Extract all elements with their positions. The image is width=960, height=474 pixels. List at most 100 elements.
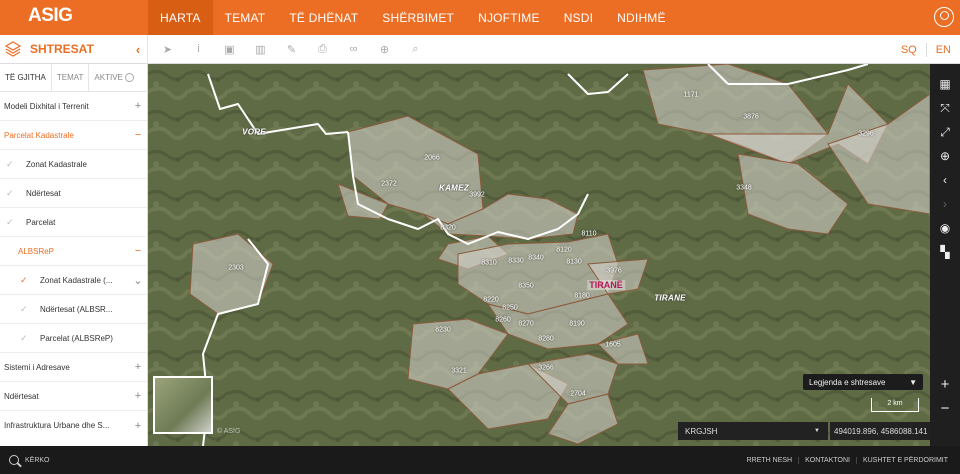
layer-group-sistemi-adresave[interactable]: Sistemi i Adresave + xyxy=(0,353,147,382)
layer-ndertesat-albsrep[interactable]: ✓ Ndërtesat (ALBSR... xyxy=(0,295,147,324)
parcel-label: 8340 xyxy=(528,254,544,262)
full-extent-icon[interactable]: ⤧ xyxy=(930,96,960,120)
layer-parcelat[interactable]: ✓ Parcelat xyxy=(0,208,147,237)
zoom-out-icon[interactable]: − xyxy=(930,396,960,420)
lang-en[interactable]: EN xyxy=(927,44,960,56)
previous-extent-icon[interactable]: ‹ xyxy=(930,168,960,192)
scale-bar: 2 km xyxy=(871,398,919,412)
crs-select[interactable]: KRGJSH ▼ xyxy=(678,422,828,440)
parcel-label: 2066 xyxy=(424,154,440,162)
nav-nsdi[interactable]: NSDI xyxy=(552,0,605,35)
expand-icon[interactable]: + xyxy=(129,100,147,112)
layer-tabs: TË GJITHA TEMAT AKTIVE xyxy=(0,63,147,92)
parcel-label: 8260 xyxy=(495,316,511,324)
check-icon[interactable]: ✓ xyxy=(6,188,18,199)
coordinate-readout: 494019.896, 4586088.141 xyxy=(830,422,930,440)
basemap-icon[interactable]: ▦ xyxy=(930,72,960,96)
search-icon[interactable] xyxy=(9,455,19,465)
nav-njoftime[interactable]: NJOFTIME xyxy=(466,0,552,35)
tab-te-gjitha[interactable]: TË GJITHA xyxy=(0,63,52,92)
select-box-icon[interactable]: ▣ xyxy=(214,35,245,64)
user-account-icon[interactable] xyxy=(934,7,954,27)
overview-minimap[interactable] xyxy=(153,376,213,434)
parcel-label: 3348 xyxy=(736,184,752,192)
expand-icon[interactable]: + xyxy=(129,420,147,432)
link-icon[interactable]: ∞ xyxy=(338,35,369,64)
nav-harta[interactable]: HARTA xyxy=(148,0,213,35)
nav-sherbimet[interactable]: SHËRBIMET xyxy=(370,0,466,35)
search-icon[interactable]: ⌕ xyxy=(400,35,431,64)
parcel-label: 8310 xyxy=(481,259,497,267)
globe-icon[interactable]: ◉ xyxy=(930,216,960,240)
grid-icon[interactable]: ▚ xyxy=(930,240,960,264)
city-label-tirane: TIRANË xyxy=(587,280,625,290)
layer-group-infrastruktura[interactable]: Infrastruktura Urbane dhe S... + xyxy=(0,411,147,440)
footer-links: RRETH NESH KONTAKTONI KUSHTET E PËRDORIM… xyxy=(741,446,954,474)
next-extent-icon[interactable]: › xyxy=(930,192,960,216)
expand-icon[interactable]: + xyxy=(129,390,147,402)
parcel-label: 3321 xyxy=(451,367,467,375)
layers-icon xyxy=(4,41,22,57)
collapse-icon[interactable]: − xyxy=(129,129,147,141)
place-vore: VORE xyxy=(242,127,266,137)
edit-icon[interactable]: ✎ xyxy=(276,35,307,64)
zoom-to-icon[interactable]: ⊕ xyxy=(930,144,960,168)
layer-group-dem[interactable]: Modeli Dixhital i Terrenit + xyxy=(0,92,147,121)
check-icon[interactable]: ✓ xyxy=(20,275,32,286)
link-kontaktoni[interactable]: KONTAKTONI xyxy=(798,456,856,464)
chevron-down-icon: ▼ xyxy=(814,428,820,434)
parcel-label: 3296 xyxy=(858,130,874,138)
legend-button[interactable]: Legjenda e shtresave ▼ xyxy=(803,374,923,390)
link-rreth-nesh[interactable]: RRETH NESH xyxy=(741,457,799,464)
parcel-label: 8220 xyxy=(483,296,499,304)
check-icon[interactable]: ✓ xyxy=(20,304,32,315)
layer-ndertesat[interactable]: ✓ Ndërtesat xyxy=(0,179,147,208)
layers-panel-header: SHTRESAT ‹ xyxy=(0,34,148,64)
chevron-down-icon[interactable]: ⌄ xyxy=(129,274,147,287)
parcel-label: 8350 xyxy=(518,282,534,290)
print-icon[interactable]: ⎙ xyxy=(307,35,338,64)
add-icon[interactable]: ⊕ xyxy=(369,35,400,64)
asig-logo[interactable]: ASIG xyxy=(0,0,148,35)
chevron-down-icon: ▼ xyxy=(909,377,917,387)
zoom-in-icon[interactable]: + xyxy=(930,372,960,396)
fullscreen-icon[interactable]: ⤢ xyxy=(930,120,960,144)
map-controls: ▦ ⤧ ⤢ ⊕ ‹ › ◉ ▚ + − xyxy=(930,64,960,446)
tab-temat[interactable]: TEMAT xyxy=(52,63,90,92)
nav-te-dhenat[interactable]: TË DHËNAT xyxy=(277,0,370,35)
check-icon[interactable]: ✓ xyxy=(6,159,18,170)
nav-temat[interactable]: TEMAT xyxy=(213,0,278,35)
main-nav: HARTA TEMAT TË DHËNAT SHËRBIMET NJOFTIME… xyxy=(148,0,678,35)
parcel-label: 8130 xyxy=(566,258,582,266)
collapse-panel-icon[interactable]: ‹ xyxy=(129,42,147,57)
nav-ndihme[interactable]: NDIHMË xyxy=(605,0,678,35)
check-icon[interactable]: ✓ xyxy=(6,217,18,228)
layers-sidebar: TË GJITHA TEMAT AKTIVE Modeli Dixhital i… xyxy=(0,63,148,446)
layer-parcelat-albsrep[interactable]: ✓ Parcelat (ALBSReP) xyxy=(0,324,147,353)
chart-icon[interactable]: ▥ xyxy=(245,35,276,64)
parcel-label: 8110 xyxy=(581,230,597,238)
layer-zonat-kadastrale[interactable]: ✓ Zonat Kadastrale xyxy=(0,150,147,179)
parcel-label: 2704 xyxy=(570,390,586,398)
parcel-label: 8270 xyxy=(518,320,534,328)
check-icon[interactable]: ✓ xyxy=(20,333,32,344)
place-tirane: TIRANE xyxy=(654,293,686,303)
parcel-label: 8190 xyxy=(569,320,585,328)
layer-group-albsrep[interactable]: ALBSReP − xyxy=(0,237,147,266)
tool-group: ➤ i ▣ ▥ ✎ ⎙ ∞ ⊕ ⌕ xyxy=(148,35,431,64)
layer-group-parcelat-kadastrale[interactable]: Parcelat Kadastrale − xyxy=(0,121,147,150)
tab-aktive[interactable]: AKTIVE xyxy=(89,64,138,92)
layer-group-ndertesat[interactable]: Ndërtesat + xyxy=(0,382,147,411)
expand-icon[interactable]: + xyxy=(129,361,147,373)
info-icon[interactable]: i xyxy=(183,35,214,64)
pointer-icon[interactable]: ➤ xyxy=(152,35,183,64)
link-kushtet[interactable]: KUSHTET E PËRDORIMIT xyxy=(855,456,954,464)
search-label[interactable]: KËRKO xyxy=(25,457,50,464)
panel-title: SHTRESAT xyxy=(30,42,94,56)
top-navbar: ASIG HARTA TEMAT TË DHËNAT SHËRBIMET NJO… xyxy=(0,0,960,35)
layer-zonat-kadastrale-albsrep[interactable]: ✓ Zonat Kadastrale (... ⌄ xyxy=(0,266,147,295)
collapse-icon[interactable]: − xyxy=(129,245,147,257)
gear-icon[interactable] xyxy=(124,73,134,82)
lang-sq[interactable]: SQ xyxy=(892,44,926,56)
parcel-label: 8180 xyxy=(574,292,590,300)
